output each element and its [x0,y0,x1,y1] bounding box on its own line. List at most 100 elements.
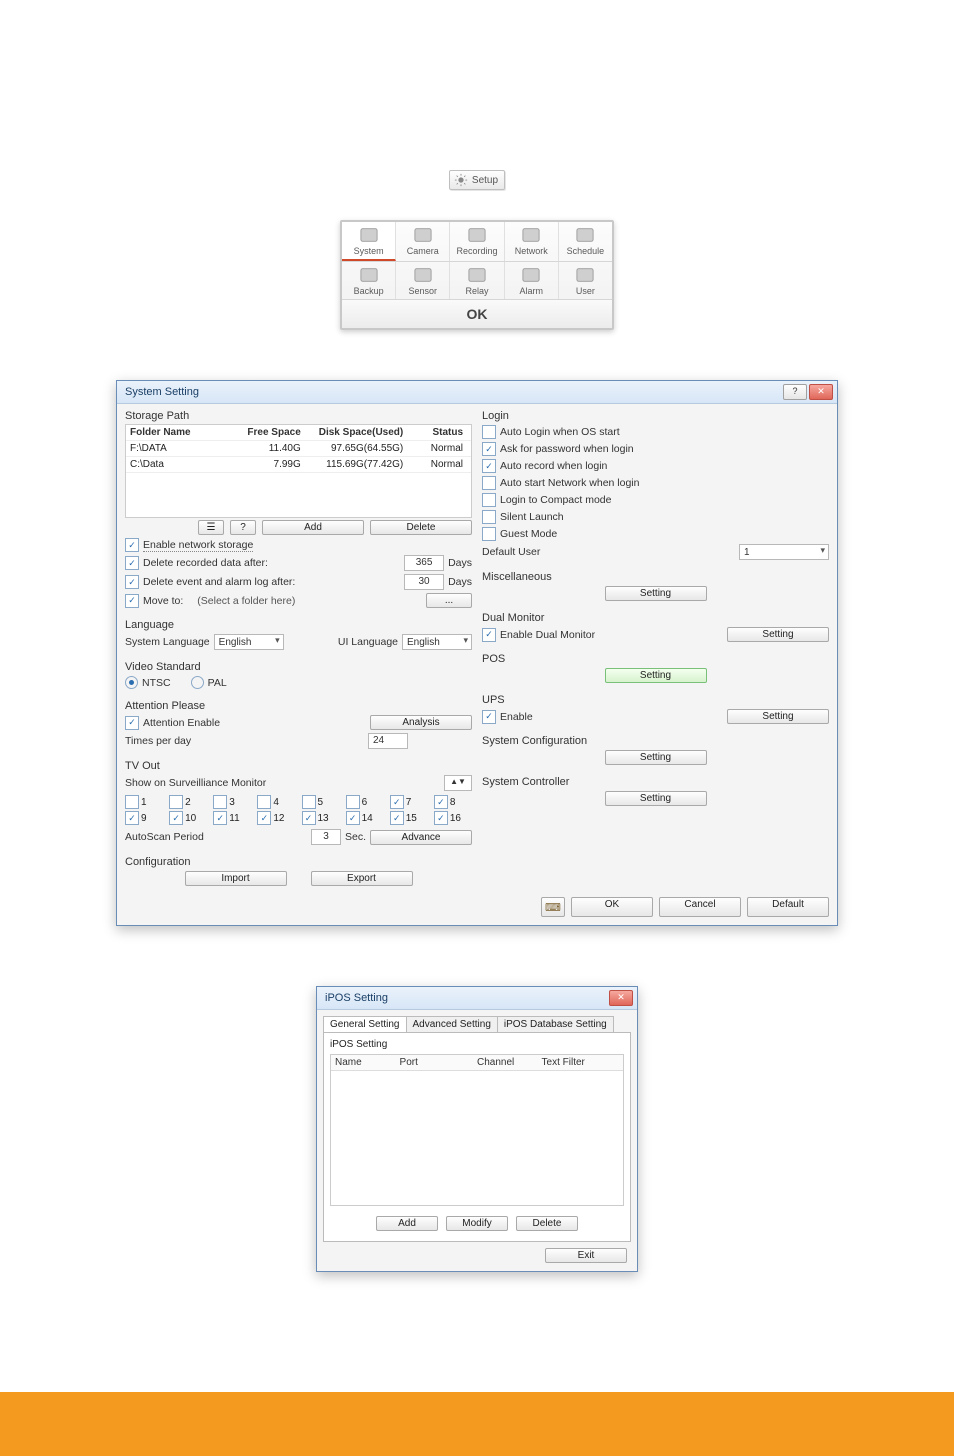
move-to-browse-button[interactable]: ... [426,593,472,608]
keyboard-icon-button[interactable]: ⌨ [541,897,565,917]
tvout-channel-7[interactable]: 7 [390,795,428,809]
tvout-channel-11[interactable]: 11 [213,811,251,825]
tvout-channel-4[interactable]: 4 [257,795,295,809]
pal-radio[interactable] [191,676,204,689]
tvout-channel-8-checkbox[interactable] [434,795,448,809]
close-window-button[interactable]: ✕ [809,384,833,400]
toolbar-recording[interactable]: Recording [450,222,504,261]
tvout-advance-button[interactable]: Advance [370,830,472,845]
auto-login-checkbox[interactable] [482,425,496,439]
tvout-channel-13-checkbox[interactable] [302,811,316,825]
storage-list-icon-button[interactable]: ☰ [198,520,224,535]
tvout-channel-10-checkbox[interactable] [169,811,183,825]
ipos-close-button[interactable]: ✕ [609,990,633,1006]
tvout-channel-8[interactable]: 8 [434,795,472,809]
ups-setting-button[interactable]: Setting [727,709,829,724]
dialog-default-button[interactable]: Default [747,897,829,917]
times-per-day-field[interactable]: 24 [368,733,408,749]
tvout-channel-1-checkbox[interactable] [125,795,139,809]
ask-password-checkbox[interactable] [482,442,496,456]
config-import-button[interactable]: Import [185,871,287,886]
tvout-channel-4-checkbox[interactable] [257,795,271,809]
storage-delete-button[interactable]: Delete [370,520,472,535]
misc-setting-button[interactable]: Setting [605,586,707,601]
delete-event-days-field[interactable]: 30 [404,574,444,590]
dual-monitor-checkbox[interactable] [482,628,496,642]
default-user-select[interactable]: 1 [739,544,829,560]
login-title: Login [482,410,829,422]
delete-event-checkbox[interactable] [125,575,139,589]
tvout-channel-12-checkbox[interactable] [257,811,271,825]
autoscan-period-field[interactable]: 3 [311,829,341,845]
tvout-channel-9-checkbox[interactable] [125,811,139,825]
auto-record-checkbox[interactable] [482,459,496,473]
storage-row[interactable]: C:\Data7.99G115.69G(77.42G)Normal [126,457,471,473]
pos-setting-button[interactable]: Setting [605,668,707,683]
tvout-channel-3-checkbox[interactable] [213,795,227,809]
tvout-channel-9[interactable]: 9 [125,811,163,825]
tvout-channel-2[interactable]: 2 [169,795,207,809]
tvout-channel-6[interactable]: 6 [346,795,384,809]
toolbar-ok-button[interactable]: OK [342,300,612,328]
dialog-ok-button[interactable]: OK [571,897,653,917]
tvout-channel-5-checkbox[interactable] [302,795,316,809]
tvout-channel-13[interactable]: 13 [302,811,340,825]
storage-refresh-button[interactable]: ? [230,520,256,535]
tvout-channel-12[interactable]: 12 [257,811,295,825]
toolbar-alarm[interactable]: Alarm [505,262,559,299]
ipos-delete-button[interactable]: Delete [516,1216,578,1231]
delete-recorded-days-field[interactable]: 365 [404,555,444,571]
tab-ipos-database-setting[interactable]: iPOS Database Setting [497,1016,614,1032]
move-to-checkbox[interactable] [125,594,139,608]
toolbar-camera[interactable]: Camera [396,222,450,261]
sys-controller-setting-button[interactable]: Setting [605,791,707,806]
tvout-channel-15[interactable]: 15 [390,811,428,825]
config-export-button[interactable]: Export [311,871,413,886]
tvout-channel-3[interactable]: 3 [213,795,251,809]
tvout-channel-14[interactable]: 14 [346,811,384,825]
silent-launch-checkbox[interactable] [482,510,496,524]
ntsc-radio[interactable] [125,676,138,689]
enable-network-storage-checkbox[interactable] [125,538,139,552]
help-window-button[interactable]: ? [783,384,807,400]
storage-add-button[interactable]: Add [262,520,364,535]
dual-monitor-setting-button[interactable]: Setting [727,627,829,642]
system-language-select[interactable]: English [214,634,284,650]
attention-enable-checkbox[interactable] [125,716,139,730]
ipos-add-button[interactable]: Add [376,1216,438,1231]
guest-mode-checkbox[interactable] [482,527,496,541]
tvout-channel-14-checkbox[interactable] [346,811,360,825]
tvout-channel-5[interactable]: 5 [302,795,340,809]
tab-general-setting[interactable]: General Setting [323,1016,407,1032]
delete-recorded-checkbox[interactable] [125,556,139,570]
tvout-channel-1[interactable]: 1 [125,795,163,809]
tvout-channel-10[interactable]: 10 [169,811,207,825]
toolbar-backup[interactable]: Backup [342,262,396,299]
toolbar-user[interactable]: User [559,262,612,299]
tvout-channel-15-checkbox[interactable] [390,811,404,825]
tvout-channel-7-checkbox[interactable] [390,795,404,809]
toolbar-network[interactable]: Network [505,222,559,261]
sys-config-setting-button[interactable]: Setting [605,750,707,765]
storage-row[interactable]: F:\DATA11.40G97.65G(64.55G)Normal [126,441,471,457]
dialog-cancel-button[interactable]: Cancel [659,897,741,917]
ipos-exit-button[interactable]: Exit [545,1248,627,1263]
tvout-channel-16[interactable]: 16 [434,811,472,825]
tvout-channel-16-checkbox[interactable] [434,811,448,825]
tvout-channel-6-checkbox[interactable] [346,795,360,809]
toolbar-system[interactable]: System [342,222,396,261]
setup-button[interactable]: Setup [449,170,505,190]
analysis-button[interactable]: Analysis [370,715,472,730]
ipos-modify-button[interactable]: Modify [446,1216,508,1231]
auto-network-checkbox[interactable] [482,476,496,490]
tvout-channel-2-checkbox[interactable] [169,795,183,809]
tvout-small-box[interactable]: ▲▼ [444,775,472,791]
tvout-channel-11-checkbox[interactable] [213,811,227,825]
ups-enable-checkbox[interactable] [482,710,496,724]
ui-language-select[interactable]: English [402,634,472,650]
toolbar-schedule[interactable]: Schedule [559,222,612,261]
toolbar-sensor[interactable]: Sensor [396,262,450,299]
toolbar-relay[interactable]: Relay [450,262,504,299]
tab-advanced-setting[interactable]: Advanced Setting [406,1016,498,1032]
compact-mode-checkbox[interactable] [482,493,496,507]
